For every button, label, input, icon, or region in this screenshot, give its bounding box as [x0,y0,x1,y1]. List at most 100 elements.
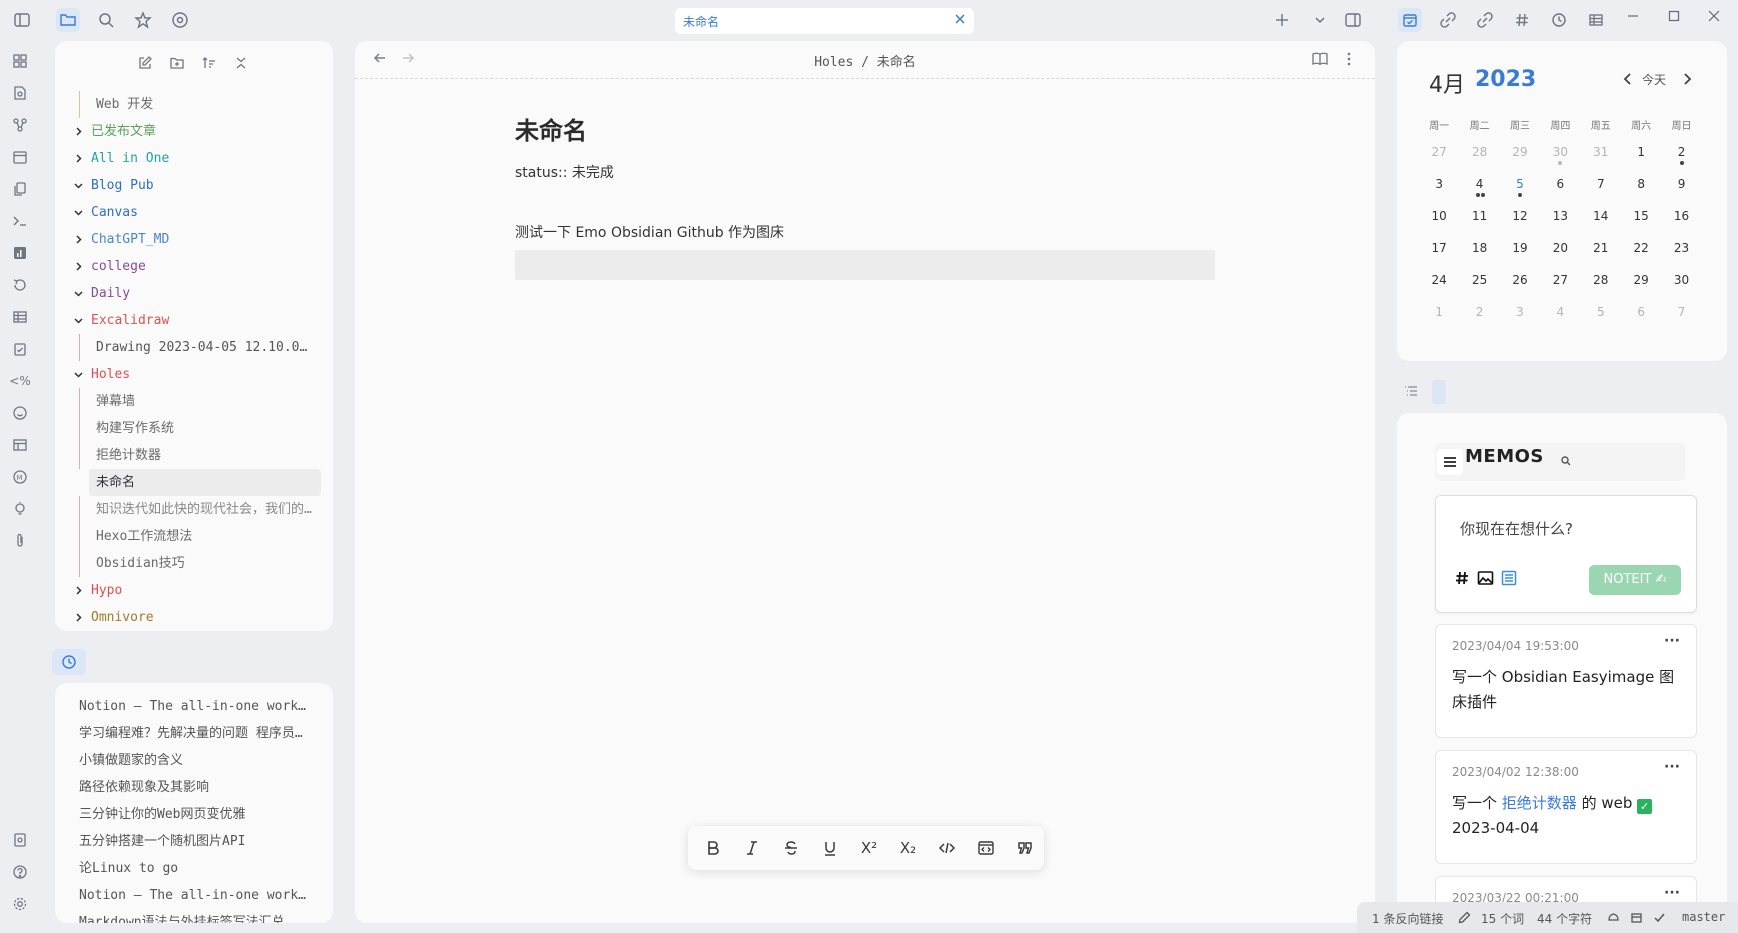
calendar-day[interactable]: 6 [1540,169,1580,201]
chevron-right-icon[interactable] [73,577,85,596]
calendar-day[interactable]: 20 [1540,233,1580,265]
recent-file-item[interactable]: 论Linux to go [55,855,310,882]
clipboard-check-icon[interactable] [9,338,31,360]
memo-more-icon[interactable]: ··· [1664,885,1680,901]
layout-icon[interactable] [9,434,31,456]
file-item[interactable]: Obsidian技巧 [55,550,333,577]
memo-editor[interactable]: 你现在在想什么? NOTEIT ✍ [1435,495,1697,613]
calendar-day[interactable]: 22 [1621,233,1661,265]
chevron-right-icon[interactable] [73,253,85,272]
file-explorer-icon[interactable] [56,8,80,32]
file-item[interactable]: Hexo工作流想法 [55,523,333,550]
calendar-day[interactable]: 6 [1621,297,1661,329]
calendar-day[interactable]: 3 [1419,169,1459,201]
subscript-icon[interactable]: X₂ [895,835,921,861]
code-block[interactable] [515,250,1215,280]
calendar-day[interactable]: 1 [1419,297,1459,329]
templater-icon[interactable]: <% [9,370,31,392]
image-icon[interactable] [1477,570,1494,586]
calendar-day[interactable]: 9 [1661,169,1701,201]
new-tab-plus-icon[interactable] [1270,8,1294,32]
calendar-day[interactable]: 30 [1540,137,1580,169]
graph-icon[interactable] [9,114,31,136]
chevron-right-icon[interactable] [73,604,85,623]
sync-icon[interactable] [1607,911,1620,924]
paperclip-icon[interactable] [9,530,31,552]
calendar-day[interactable]: 7 [1581,169,1621,201]
terminal-icon[interactable] [9,210,31,232]
calendar-day[interactable]: 2 [1661,137,1701,169]
list-icon[interactable] [1501,570,1517,586]
status-property[interactable]: status:: 未完成 [515,162,1215,182]
today-button[interactable]: 今天 [1642,71,1666,88]
recent-file-item[interactable]: 三分钟让你的Web网页变优雅 [55,801,310,828]
recent-file-item[interactable]: 五分钟搭建一个随机图片API [55,828,310,855]
copy-icon[interactable] [9,178,31,200]
close-icon[interactable] [954,13,966,28]
recent-file-item[interactable]: 小镇做题家的含义 [55,747,310,774]
calendar-day[interactable]: 29 [1621,265,1661,297]
calendar-day[interactable]: 5 [1500,169,1540,201]
calendar-day[interactable]: 28 [1459,137,1499,169]
chevron-right-icon[interactable] [73,118,85,137]
sidebar-toggle-icon[interactable] [10,8,34,32]
new-note-icon[interactable] [135,53,155,73]
emoji-icon[interactable] [9,402,31,424]
memo-placeholder[interactable]: 你现在在想什么? [1460,518,1573,539]
calendar-day[interactable]: 4 [1540,297,1580,329]
undo-history-icon[interactable] [9,274,31,296]
recent-file-item[interactable]: Notion – The all-in-one work… [55,693,310,720]
italic-icon[interactable] [739,835,765,861]
browser-icon[interactable] [168,8,192,32]
memo-more-icon[interactable]: ··· [1664,633,1680,649]
calendar-day[interactable]: 8 [1621,169,1661,201]
active-tab-indicator[interactable] [1432,380,1446,404]
tags-hash-icon[interactable] [1510,8,1534,32]
clock-icon[interactable] [1547,8,1571,32]
new-folder-icon[interactable] [167,53,187,73]
file-item[interactable]: 弹幕墙 [55,388,333,415]
chart-icon[interactable] [9,242,31,264]
folder-item[interactable]: Holes [55,361,333,388]
help-icon[interactable] [9,861,31,883]
chevron-right-icon[interactable] [73,145,85,164]
table-icon[interactable] [1584,8,1608,32]
calendar-day[interactable]: 11 [1459,201,1499,233]
tab-untitled[interactable]: 未命名 [675,8,974,34]
memo-link[interactable]: 拒绝计数器 [1502,794,1577,812]
dashboard-icon[interactable] [9,50,31,72]
calendar-day[interactable]: 5 [1581,297,1621,329]
calendar-day[interactable]: 4 [1459,169,1499,201]
folder-item[interactable]: 已发布文章 [55,118,333,145]
edit-pencil-icon[interactable] [1458,911,1471,924]
chevron-down-icon[interactable] [73,361,85,380]
code-block-icon[interactable] [973,835,999,861]
calendar-day[interactable]: 12 [1500,201,1540,233]
chevron-down-icon[interactable] [1308,8,1332,32]
right-sidebar-toggle-icon[interactable] [1341,8,1365,32]
file-item[interactable]: 构建写作系统 [55,415,333,442]
bookmark-star-icon[interactable] [131,8,155,32]
calendar-day[interactable]: 24 [1419,265,1459,297]
backlinks-icon[interactable] [1473,8,1497,32]
settings-gear-icon[interactable] [9,893,31,915]
calendar-day[interactable]: 30 [1661,265,1701,297]
calendar-day[interactable]: 14 [1581,201,1621,233]
folder-item[interactable]: Omnivore [55,604,333,631]
recent-file-item[interactable]: 学习编程难？先解决量的问题 程序员… [55,720,310,747]
quote-icon[interactable] [1012,835,1038,861]
memo-more-icon[interactable]: ··· [1664,759,1680,775]
spreadsheet-icon[interactable] [9,306,31,328]
calendar-day[interactable]: 26 [1500,265,1540,297]
calendar-day[interactable]: 17 [1419,233,1459,265]
calendar-day[interactable]: 15 [1621,201,1661,233]
file-item[interactable]: 知识迭代如此快的现代社会，我们的… [55,496,333,523]
search-icon[interactable] [1561,456,1571,466]
minimize-icon[interactable] [1627,10,1639,26]
lightbulb-icon[interactable] [9,498,31,520]
file-search-icon[interactable] [9,82,31,104]
recent-file-item[interactable]: 路径依赖现象及其影响 [55,774,310,801]
note-title[interactable]: 未命名 [515,111,1215,146]
calendar-day[interactable]: 2 [1459,297,1499,329]
noteit-button[interactable]: NOTEIT ✍ [1589,565,1681,595]
